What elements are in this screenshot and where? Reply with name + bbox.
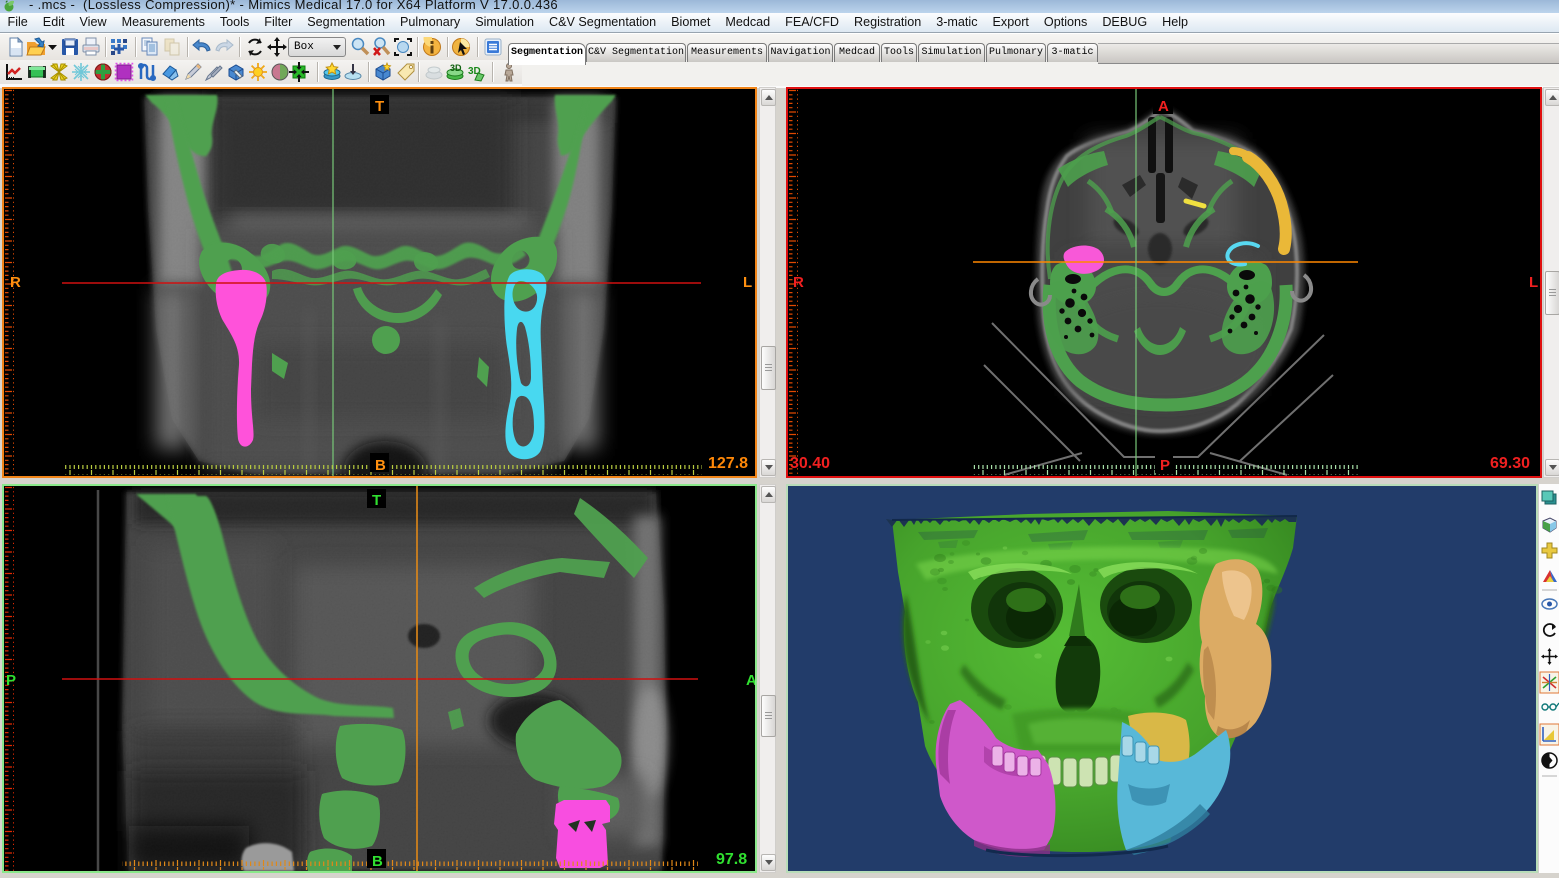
svg-text:P: P (6, 672, 16, 689)
svg-text:R: R (793, 274, 804, 291)
svg-text:127.8: 127.8 (708, 455, 748, 472)
svg-text:3D: 3D (450, 63, 462, 73)
svg-text:30.40: 30.40 (790, 455, 830, 472)
svg-text:R: R (10, 274, 21, 291)
svg-text:L: L (743, 274, 752, 291)
svg-text:L: L (1529, 274, 1538, 291)
svg-text:B: B (372, 853, 383, 870)
svg-text:A: A (1158, 98, 1169, 115)
svg-text:A: A (746, 672, 755, 689)
svg-text:97.8: 97.8 (716, 851, 747, 868)
svg-text:B: B (375, 457, 386, 474)
svg-text:P: P (1160, 457, 1170, 474)
svg-text:T: T (372, 492, 381, 509)
svg-text:T: T (375, 98, 384, 115)
svg-text:69.30: 69.30 (1490, 455, 1530, 472)
